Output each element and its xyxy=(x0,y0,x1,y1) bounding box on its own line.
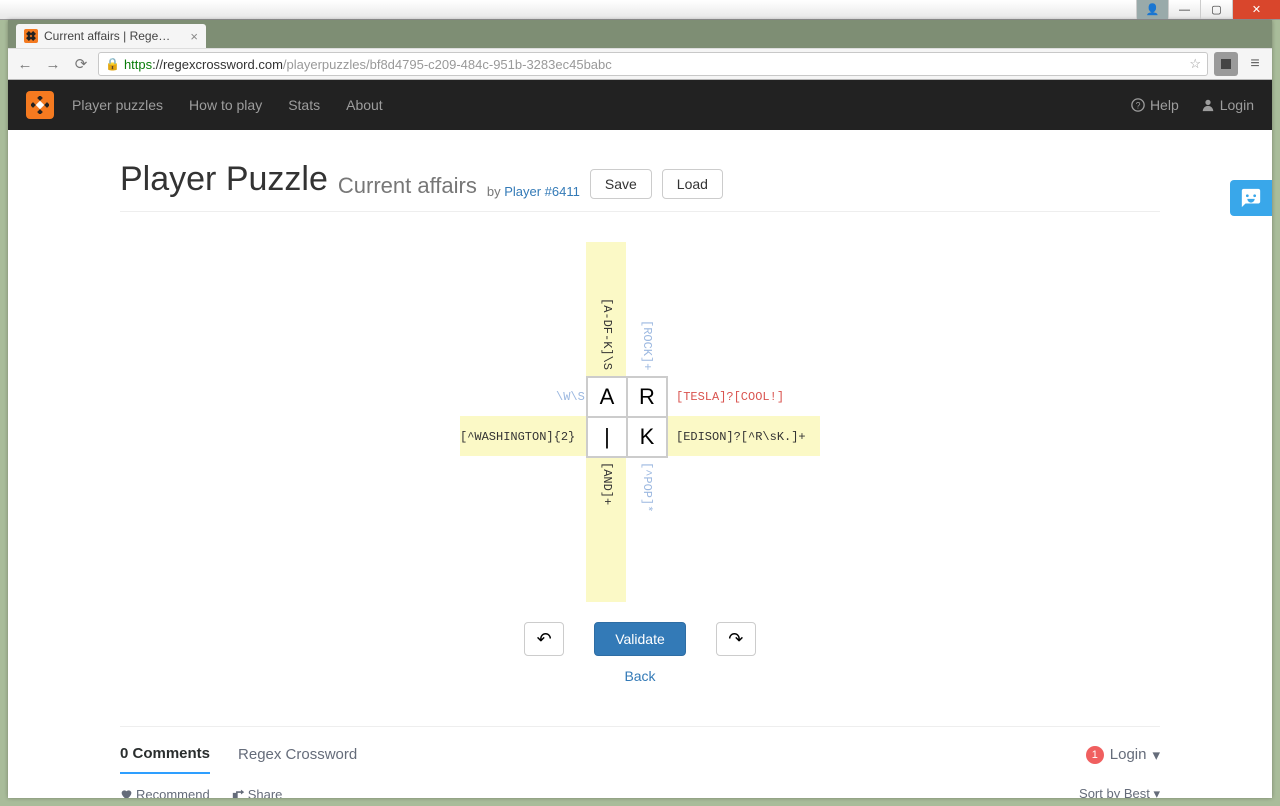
nav-links: Player puzzles How to play Stats About xyxy=(72,97,383,113)
minimize-button[interactable]: — xyxy=(1168,0,1200,19)
cell-0-0[interactable]: A xyxy=(587,377,627,417)
clue-left-row2: [^WASHINGTON]{2} xyxy=(460,430,575,444)
chevron-down-icon: ▾ xyxy=(1152,746,1160,764)
back-icon[interactable]: ← xyxy=(14,53,36,75)
window-titlebar: 👤 — ▢ ✕ xyxy=(0,0,1280,20)
url-domain: ://regexcrossword.com xyxy=(152,57,283,72)
bookmark-star-icon[interactable]: ☆ xyxy=(1189,56,1201,72)
tab-title: Current affairs | Regex Cro... xyxy=(44,29,174,43)
person-icon xyxy=(1201,98,1215,112)
clue-right-row2: [EDISON]?[^R\sK.]+ xyxy=(676,430,806,444)
comments-tools: Recommend Share Sort by Best ▾ xyxy=(120,774,1160,798)
notification-badge: 1 xyxy=(1086,746,1104,764)
save-button[interactable]: Save xyxy=(590,169,652,199)
comments-login[interactable]: 1 Login ▾ xyxy=(1086,746,1160,774)
page-header: Player Puzzle Current affairs by Player … xyxy=(120,160,1160,212)
clue-bot-col2: [^POP]* xyxy=(640,462,654,512)
cell-1-0[interactable]: | xyxy=(587,417,627,457)
url-path: /playerpuzzles/bf8d4795-c209-484c-951b-3… xyxy=(283,57,612,72)
validate-button[interactable]: Validate xyxy=(594,622,686,656)
back-link-row: Back xyxy=(120,656,1160,686)
share-button[interactable]: Share xyxy=(232,787,283,799)
comments-section: 0 Comments Regex Crossword 1 Login ▾ Rec… xyxy=(120,726,1160,798)
favicon-icon xyxy=(24,29,38,43)
page-viewport: Player puzzles How to play Stats About ?… xyxy=(8,80,1272,798)
forward-icon[interactable]: → xyxy=(42,53,64,75)
comments-site: Regex Crossword xyxy=(238,746,357,773)
close-button[interactable]: ✕ xyxy=(1232,0,1280,19)
clue-left-row1: \W\S xyxy=(556,390,585,404)
maximize-button[interactable]: ▢ xyxy=(1200,0,1232,19)
recommend-button[interactable]: Recommend xyxy=(120,787,210,799)
browser-window: Current affairs | Regex Cro... × ← → ⟳ 🔒… xyxy=(8,20,1272,798)
extension-icon[interactable] xyxy=(1214,52,1238,76)
reload-icon[interactable]: ⟳ xyxy=(70,53,92,75)
url-bar[interactable]: 🔒 https://regexcrossword.com/playerpuzzl… xyxy=(98,52,1208,76)
nav-how-to-play[interactable]: How to play xyxy=(189,97,262,113)
share-icon xyxy=(232,788,245,799)
cell-0-1[interactable]: R xyxy=(627,377,667,417)
tab-strip: Current affairs | Regex Cro... × xyxy=(8,20,1272,48)
hamburger-menu-icon[interactable]: ≡ xyxy=(1244,55,1266,73)
browser-toolbar: ← → ⟳ 🔒 https://regexcrossword.com/playe… xyxy=(8,48,1272,80)
clue-right-row1: [TESLA]?[COOL!] xyxy=(676,390,784,404)
author-link[interactable]: Player #6411 xyxy=(504,184,580,199)
undo-button[interactable]: ↶ xyxy=(524,622,564,656)
brand-logo-icon[interactable] xyxy=(26,91,54,119)
comments-count: 0 Comments xyxy=(120,745,210,774)
byline: by Player #6411 xyxy=(487,184,580,199)
nav-login[interactable]: Login xyxy=(1201,97,1254,113)
page-content: Player Puzzle Current affairs by Player … xyxy=(70,130,1210,798)
chevron-down-icon: ▾ xyxy=(1153,786,1160,798)
load-button[interactable]: Load xyxy=(662,169,723,199)
url-protocol: https xyxy=(124,57,152,72)
site-navbar: Player puzzles How to play Stats About ?… xyxy=(8,80,1272,130)
nav-right: ? Help Login xyxy=(1131,97,1254,113)
nav-stats[interactable]: Stats xyxy=(288,97,320,113)
browser-tab[interactable]: Current affairs | Regex Cro... × xyxy=(16,24,206,48)
clue-top-col1: [A-DF-K]\S xyxy=(600,298,614,370)
puzzle-area: [A-DF-K]\S [ROCK]+ \W\S [^WASHINGTON]{2}… xyxy=(120,212,1160,612)
sort-dropdown[interactable]: Sort by Best ▾ xyxy=(1079,786,1160,798)
clue-bot-col1: [AND]+ xyxy=(600,462,614,505)
help-icon: ? xyxy=(1131,98,1145,112)
clue-top-col2: [ROCK]+ xyxy=(640,320,654,370)
grid: A R | K xyxy=(586,376,668,458)
user-icon[interactable]: 👤 xyxy=(1136,0,1168,19)
back-link[interactable]: Back xyxy=(624,668,655,684)
tab-close-icon[interactable]: × xyxy=(190,29,198,44)
redo-button[interactable]: ↷ xyxy=(716,622,756,656)
page-subtitle: Current affairs xyxy=(338,173,477,199)
cell-1-1[interactable]: K xyxy=(627,417,667,457)
lock-icon: 🔒 xyxy=(105,57,120,71)
svg-text:?: ? xyxy=(1136,101,1141,111)
comments-header: 0 Comments Regex Crossword 1 Login ▾ xyxy=(120,745,1160,774)
action-bar: ↶ Validate ↷ xyxy=(120,612,1160,656)
nav-about[interactable]: About xyxy=(346,97,383,113)
page-title: Player Puzzle xyxy=(120,160,328,199)
nav-player-puzzles[interactable]: Player puzzles xyxy=(72,97,163,113)
feedback-tab[interactable] xyxy=(1230,180,1272,216)
heart-icon xyxy=(120,788,133,799)
nav-help[interactable]: ? Help xyxy=(1131,97,1179,113)
